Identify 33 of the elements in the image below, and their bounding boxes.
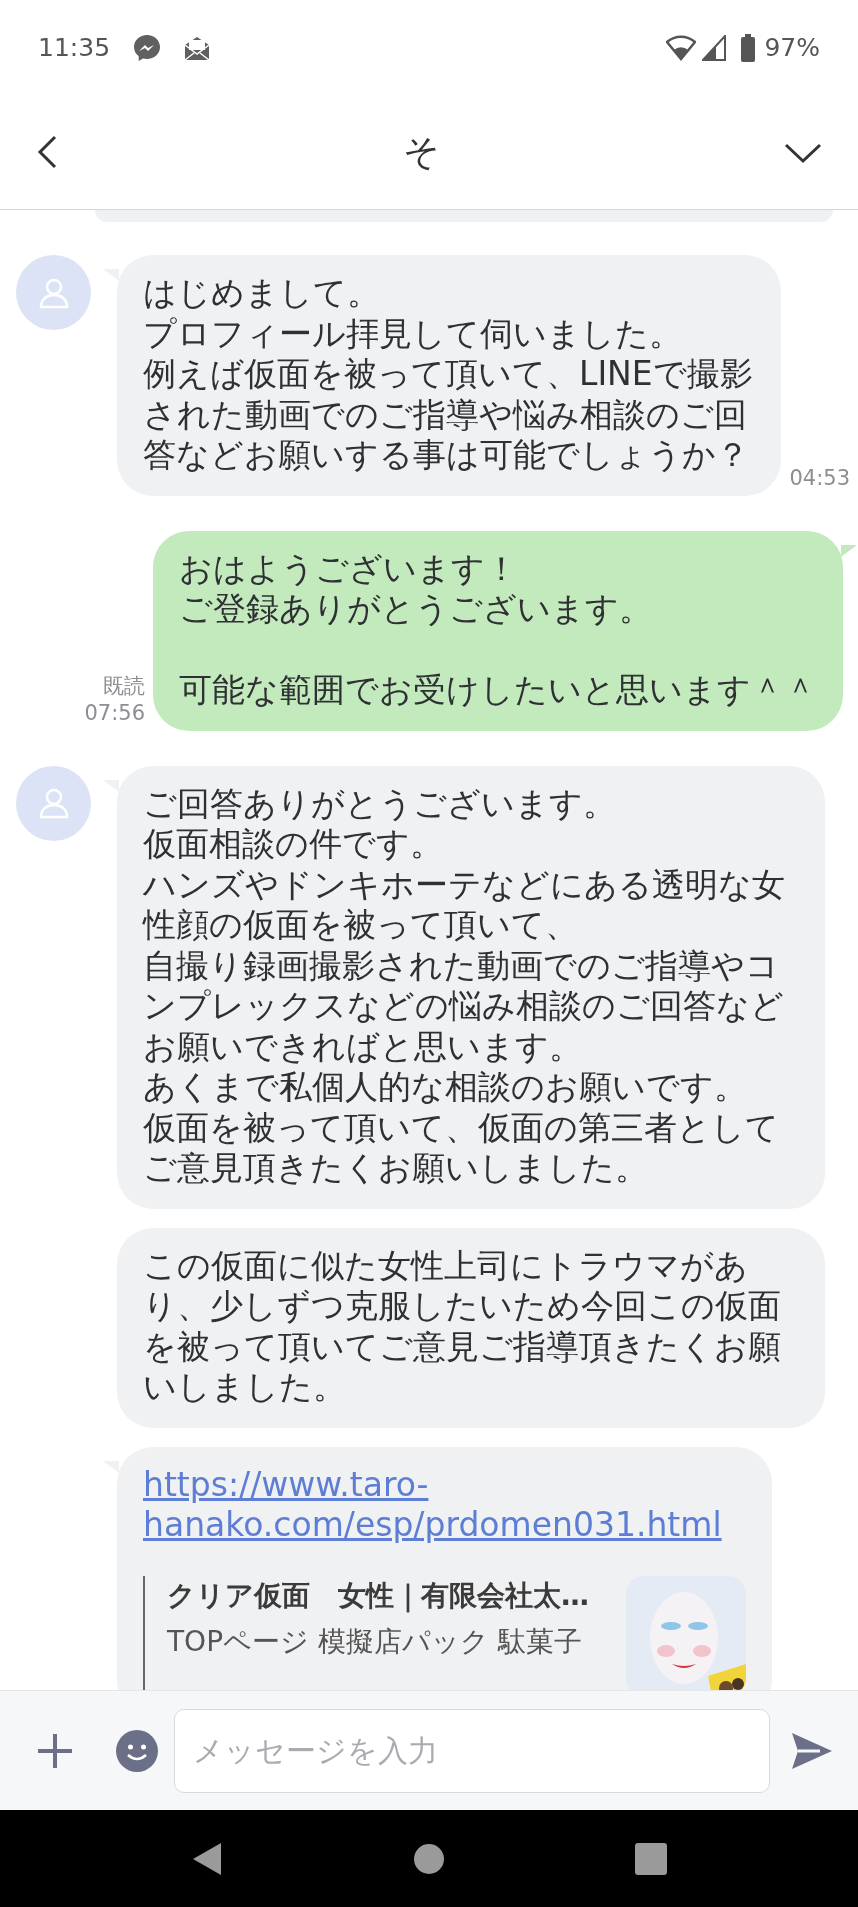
message-text: ご登録ありがとうございます。 — [179, 589, 653, 630]
message-text: プロフィール拝見して伺いました。 — [143, 313, 683, 354]
send-button[interactable] — [790, 1730, 834, 1771]
message-text: 自撮り録画撮影された動画でのご指導やコンプレックスなどの悩み相談のご回答などお願いできればと思います。 — [143, 945, 785, 1067]
message-time: 04:53 — [788, 464, 851, 492]
message-text: 仮面を被って頂いて、仮面の第三者としてご意見頂きたくお願いしました。 — [143, 1107, 780, 1189]
battery-icon — [740, 33, 757, 62]
back-nav-icon[interactable] — [191, 1841, 223, 1876]
message-text: この仮面に似た女性上司にトラウマがあり、少しずつ克服したいため今回この仮面を被って頂いてご意見ご指導頂きたくお願いしました。 — [143, 1245, 782, 1408]
signal-icon — [702, 34, 727, 61]
add-button[interactable] — [36, 1731, 74, 1770]
home-nav-icon[interactable] — [413, 1842, 445, 1875]
message-text: 例えば仮面を被って頂いて、LINEで撮影された動画でのご指導や悩み相談のご回答などお願いする事は可能でしょうか？ — [143, 354, 754, 476]
chat-title: そ — [402, 130, 440, 174]
message-text: 可能な範囲でお受けしたいと思います＾＾ — [179, 670, 817, 711]
message-text: 仮面相談の件です。 — [143, 824, 444, 865]
emoji-button[interactable] — [116, 1729, 158, 1772]
battery-text: 97% — [764, 31, 820, 64]
preview-title: クリア仮面 女性｜有限会社太… — [167, 1577, 590, 1615]
messenger-icon — [132, 32, 163, 63]
message-input[interactable]: メッセージを入力 — [174, 1708, 770, 1793]
message-text: あくまで私個人的な相談のお願いです。 — [143, 1067, 748, 1108]
message-text: ご回答ありがとうございます。 — [143, 783, 617, 824]
message-text: はじめまして。 — [143, 273, 381, 314]
wifi-icon — [666, 34, 697, 61]
back-button[interactable] — [36, 135, 58, 169]
message-time: 07:56 — [84, 699, 145, 727]
message-text: おはようございます！ — [179, 548, 519, 589]
preview-description: TOPページ 模擬店パック 駄菓子 — [167, 1624, 583, 1660]
clock-text: 11:35 — [38, 31, 111, 64]
read-status: 既読 — [102, 672, 145, 700]
message-text: ハンズやドンキホーテなどにある透明な女性顔の仮面を被って頂いて、 — [143, 864, 786, 946]
recents-nav-icon[interactable] — [635, 1842, 667, 1875]
